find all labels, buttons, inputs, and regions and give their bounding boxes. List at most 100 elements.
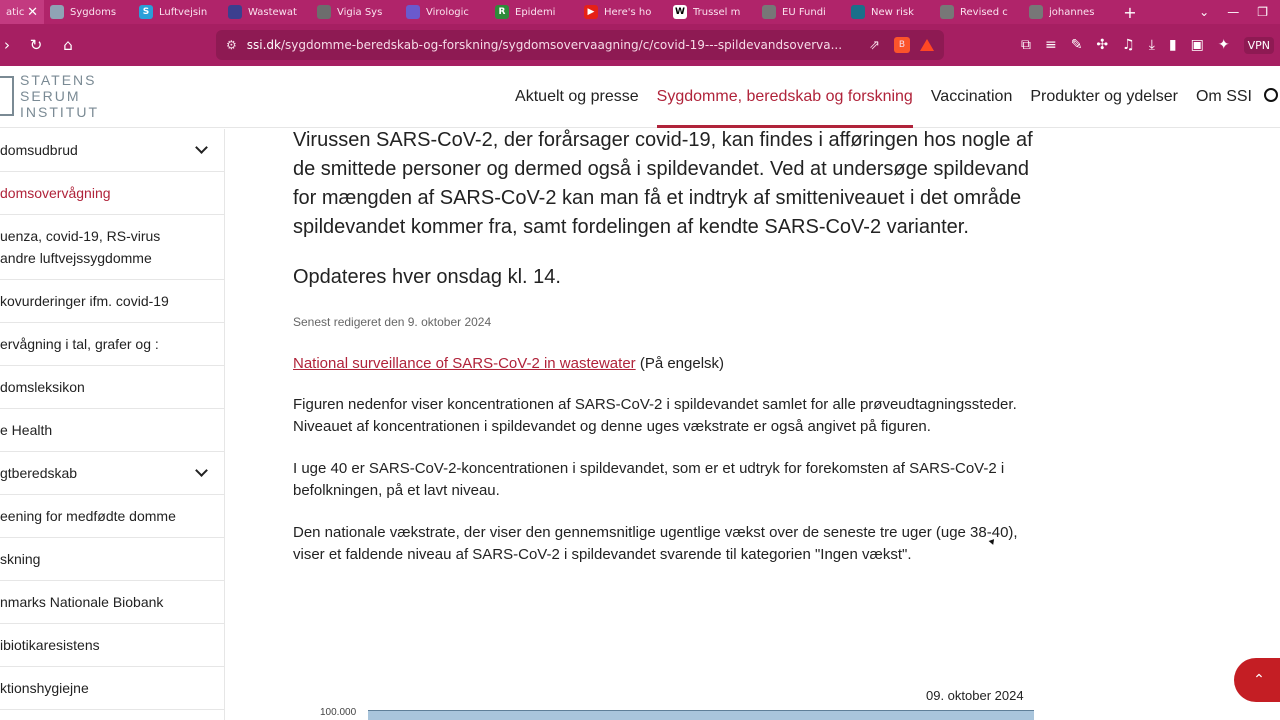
nav-om-ssi[interactable]: Om SSI (1196, 88, 1252, 106)
url-path: /sygdomme-beredskab-og-forskning/sygdoms… (280, 38, 843, 52)
tab-title: Epidemi (515, 6, 556, 18)
address-bar[interactable]: ⚙ ssi.dk /sygdomme-beredskab-og-forsknin… (216, 30, 944, 60)
browser-tab[interactable]: New risk (845, 0, 934, 24)
nav-produkter[interactable]: Produkter og ydelser (1030, 88, 1178, 106)
sidebar-item[interactable]: eening for medfødte domme (0, 495, 224, 538)
brave-shields-icon[interactable]: B (894, 37, 910, 53)
tab-title: johannes (1049, 6, 1095, 18)
tab-favicon-icon (317, 5, 331, 19)
tab-favicon-icon (406, 5, 420, 19)
tab-favicon-icon (1029, 5, 1043, 19)
chevron-down-icon[interactable] (195, 464, 208, 477)
sidebar-item[interactable]: kovurderinger ifm. covid-19 (0, 280, 224, 323)
sidebar-item-label: skning (0, 551, 41, 567)
tab-title: New risk (871, 6, 914, 18)
download-icon[interactable]: ⤓ (1149, 37, 1155, 53)
chevron-down-icon[interactable] (195, 141, 208, 154)
growth-rate-paragraph: Den nationale vækstrate, der viser den g… (293, 524, 1018, 563)
week-status-paragraph: I uge 40 er SARS-CoV-2-koncentrationen i… (293, 460, 1005, 499)
logo-line: INSTITUT (20, 104, 99, 120)
music-icon[interactable]: ♫ (1122, 37, 1135, 53)
leo-ai-icon[interactable]: ✦ (1218, 37, 1230, 53)
brave-rewards-icon[interactable] (920, 39, 934, 51)
sidebar-item-label: ervågning i tal, grafer og : (0, 336, 159, 352)
sidebar-item-label: domsleksikon (0, 379, 85, 395)
browser-tab[interactable]: Sygdoms (44, 0, 133, 24)
search-icon[interactable] (1264, 88, 1278, 102)
restore-icon[interactable]: ❐ (1257, 5, 1268, 19)
tab-favicon-icon (940, 5, 954, 19)
close-tab-icon[interactable]: ✕ (27, 5, 38, 20)
browser-tab[interactable]: R Epidemi (489, 0, 578, 24)
browser-tab[interactable]: Virologic (400, 0, 489, 24)
new-tab-button[interactable]: + (1118, 3, 1142, 22)
sidebar-item[interactable]: ervågning i tal, grafer og : (0, 323, 224, 366)
tab-favicon-icon: S (139, 5, 153, 19)
vpn-button[interactable]: VPN (1243, 36, 1274, 54)
puzzle-icon[interactable]: ✣ (1096, 37, 1108, 53)
article-content: Virussen SARS-CoV-2, der forårsager covi… (293, 129, 1053, 566)
wallet-icon[interactable]: ▣ (1191, 37, 1204, 53)
nav-aktuelt[interactable]: Aktuelt og presse (515, 88, 639, 106)
back-icon[interactable]: › (0, 36, 14, 54)
translate-icon[interactable]: ⧉ (1021, 37, 1031, 53)
site-header: STATENS SERUM INSTITUT Aktuelt og presse… (0, 66, 1280, 128)
extensions-area: ⧉ ≡ ✎ ✣ ♫ ⤓ ▮ ▣ ✦ VPN (1021, 36, 1280, 54)
sidebar-item-label: ibiotikaresistens (0, 637, 100, 653)
browser-tab[interactable]: johannes (1023, 0, 1112, 24)
url-host: ssi.dk (246, 38, 281, 52)
scroll-to-top-button[interactable]: ⌃ (1234, 658, 1280, 702)
lead-paragraph: Virussen SARS-CoV-2, der forårsager covi… (293, 129, 1033, 238)
sidebar-toggle-icon[interactable]: ▮ (1169, 37, 1177, 53)
browser-tab[interactable]: W Trussel m (667, 0, 756, 24)
sidebar-nav: domsudbrud domsovervågning uenza, covid-19… (0, 129, 225, 720)
sidebar-item-label: e Health (0, 422, 53, 438)
browser-tab[interactable]: EU Fundi (756, 0, 845, 24)
sidebar-item-label: kovurderinger ifm. covid-19 (0, 293, 169, 309)
tab-title: Revised c (960, 6, 1008, 18)
chart-y-tick: 100.000 (320, 707, 357, 718)
browser-tab[interactable]: Revised c (934, 0, 1023, 24)
home-icon[interactable]: ⌂ (54, 36, 82, 54)
sidebar-item[interactable]: ibiotikaresistens (0, 624, 224, 667)
ssi-logo[interactable]: STATENS SERUM INSTITUT (0, 72, 99, 120)
browser-tab[interactable]: Wastewat (222, 0, 311, 24)
browser-tab[interactable]: atic ✕ (0, 0, 44, 24)
sidebar-item[interactable]: domsudbrud (0, 129, 224, 172)
tab-title: Here's ho (604, 6, 652, 18)
tab-favicon-icon: W (673, 5, 687, 19)
browser-toolbar: › ↻ ⌂ ⚙ ssi.dk /sygdomme-beredskab-og-fo… (0, 24, 1280, 66)
tab-title: Virologic (426, 6, 469, 18)
tab-favicon-icon (762, 5, 776, 19)
menu-lines-icon[interactable]: ≡ (1045, 37, 1057, 53)
nav-vaccination[interactable]: Vaccination (931, 88, 1013, 106)
sidebar-item[interactable]: skning (0, 538, 224, 581)
sidebar-item[interactable]: nmarks Nationale Biobank (0, 581, 224, 624)
sidebar-item[interactable]: uenza, covid-19, RS-virus andre luftvejs… (0, 215, 224, 280)
logo-line: SERUM (20, 88, 81, 104)
sidebar-item[interactable]: e Health (0, 409, 224, 452)
sidebar-item[interactable]: domsovervågning (0, 172, 224, 215)
browser-tab[interactable]: Vigia Sys (311, 0, 400, 24)
sidebar-item[interactable]: ktionshygiejne (0, 667, 224, 710)
share-icon[interactable]: ⇗ (869, 38, 880, 53)
chart-date: 09. oktober 2024 (926, 688, 1024, 703)
pen-icon[interactable]: ✎ (1071, 37, 1083, 53)
site-settings-icon[interactable]: ⚙ (226, 38, 237, 52)
minimize-icon[interactable]: — (1227, 5, 1239, 19)
logo-building-icon (0, 76, 14, 116)
sidebar-item[interactable]: domsleksikon (0, 366, 224, 409)
sidebar-item[interactable]: gtberedskab (0, 452, 224, 495)
nav-sygdomme[interactable]: Sygdomme, beredskab og forskning (656, 66, 913, 128)
tab-title: atic (6, 6, 25, 18)
browser-tab[interactable]: ▶ Here's ho (578, 0, 667, 24)
tab-list-chevron-icon[interactable]: ⌄ (1199, 5, 1209, 19)
national-surveillance-link[interactable]: National surveillance of SARS-CoV-2 in w… (293, 355, 636, 372)
tab-title: Trussel m (693, 6, 741, 18)
logo-line: STATENS (20, 72, 97, 88)
browser-tab[interactable]: S Luftvejsin (133, 0, 222, 24)
tab-favicon-icon (228, 5, 242, 19)
tab-favicon-icon: ▶ (584, 5, 598, 19)
reload-icon[interactable]: ↻ (22, 36, 50, 54)
sidebar-item-label: ktionshygiejne (0, 680, 89, 696)
